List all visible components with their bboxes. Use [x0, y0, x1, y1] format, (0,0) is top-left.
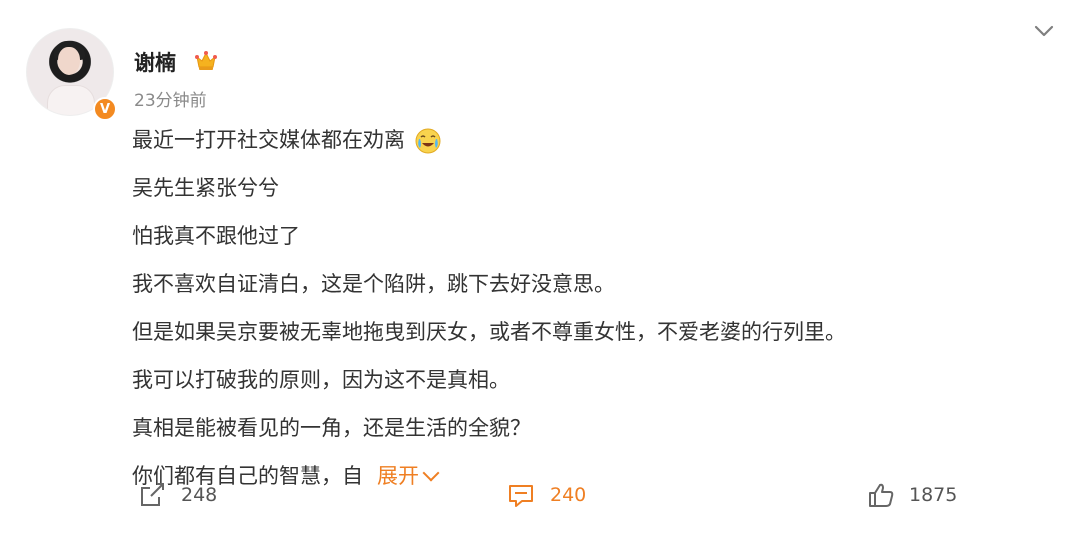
- post-content: 最近一打开社交媒体都在劝离 吴先生紧张兮兮 怕我真不跟他过了 我不喜欢自证清白，…: [132, 116, 1032, 500]
- post-line-6: 我可以打破我的原则，因为这不是真相。: [132, 368, 510, 392]
- comment-icon: [509, 485, 533, 507]
- repost-icon: [141, 483, 164, 506]
- post-line-1: 最近一打开社交媒体都在劝离: [132, 116, 1032, 164]
- post-line-2: 吴先生紧张兮兮: [132, 176, 279, 200]
- post-time: 23分钟前: [134, 91, 207, 111]
- action-bar: 248 240 1875: [0, 472, 1080, 518]
- comment-button[interactable]: 240: [506, 480, 586, 510]
- like-count: 1875: [909, 484, 958, 506]
- post-line-5: 但是如果吴京要被无辜地拖曳到厌女，或者不尊重女性，不爱老婆的行列里。: [132, 320, 846, 344]
- chevron-down-icon[interactable]: [1033, 20, 1055, 42]
- post-line-4: 我不喜欢自证清白，这是个陷阱，跳下去好没意思。: [132, 272, 615, 296]
- repost-button[interactable]: 248: [137, 480, 217, 510]
- crying-laughing-emoji-icon: [415, 128, 441, 154]
- comment-count: 240: [550, 484, 587, 506]
- post-line-1-text: 最近一打开社交媒体都在劝离: [132, 128, 405, 152]
- post-line-7: 真相是能被看见的一角，还是生活的全貌？: [132, 416, 531, 440]
- post-line-3: 怕我真不跟他过了: [132, 224, 300, 248]
- avatar-face: [58, 47, 80, 75]
- avatar-shirt: [47, 85, 95, 115]
- thumbs-up-icon: [869, 483, 894, 507]
- repost-count: 248: [181, 484, 218, 506]
- author-name[interactable]: 谢楠: [134, 47, 176, 77]
- crown-icon: [195, 51, 217, 70]
- like-button[interactable]: 1875: [865, 480, 957, 510]
- verified-badge-icon: V: [93, 97, 117, 121]
